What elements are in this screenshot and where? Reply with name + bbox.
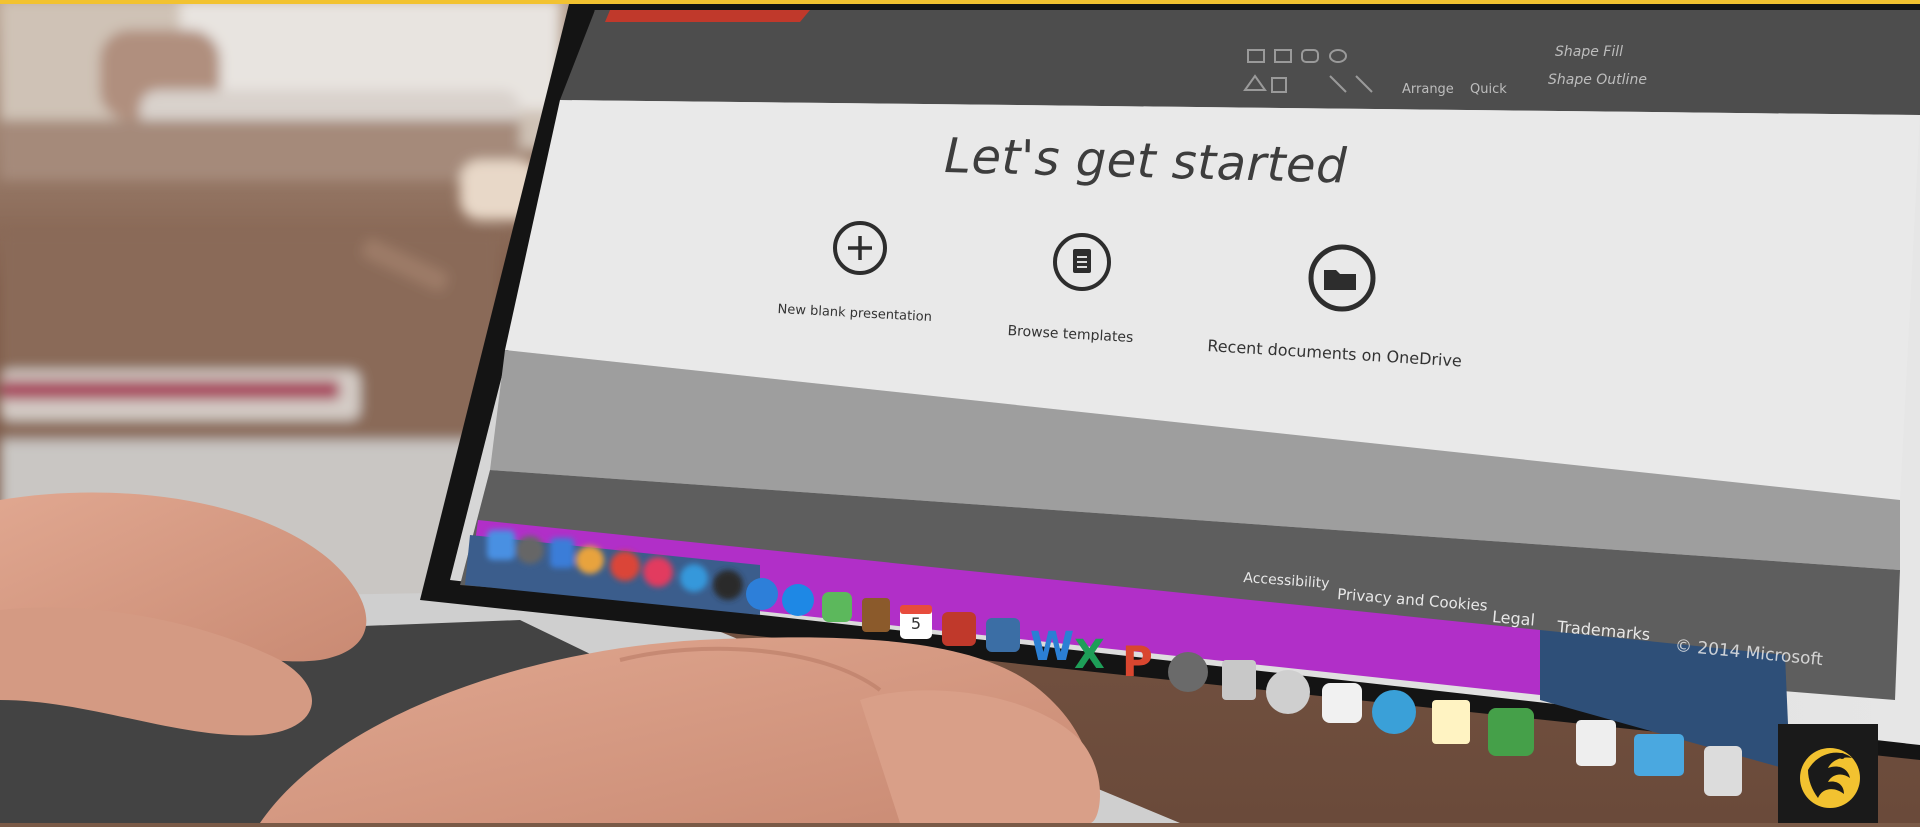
legal-link[interactable]: Legal (1491, 607, 1535, 630)
pegasus-logo-icon (1800, 748, 1860, 808)
ribbon-shape-fill[interactable]: Shape Fill (1555, 44, 1623, 60)
logo-badge (1778, 724, 1878, 823)
photo-scene: W X P (0, 0, 1920, 823)
ribbon-shape-outline[interactable]: Shape Outline (1548, 72, 1647, 88)
ribbon-arrange[interactable]: Arrange (1402, 82, 1454, 97)
svg-text:P: P (1122, 637, 1153, 686)
page-title: Let's get started (943, 128, 1348, 195)
ribbon-quick[interactable]: Quick (1470, 82, 1507, 97)
top-accent-bar (0, 0, 1920, 4)
svg-text:W: W (1030, 624, 1074, 670)
calendar-icon[interactable]: 5 (900, 614, 932, 639)
svg-text:X: X (1074, 632, 1105, 678)
